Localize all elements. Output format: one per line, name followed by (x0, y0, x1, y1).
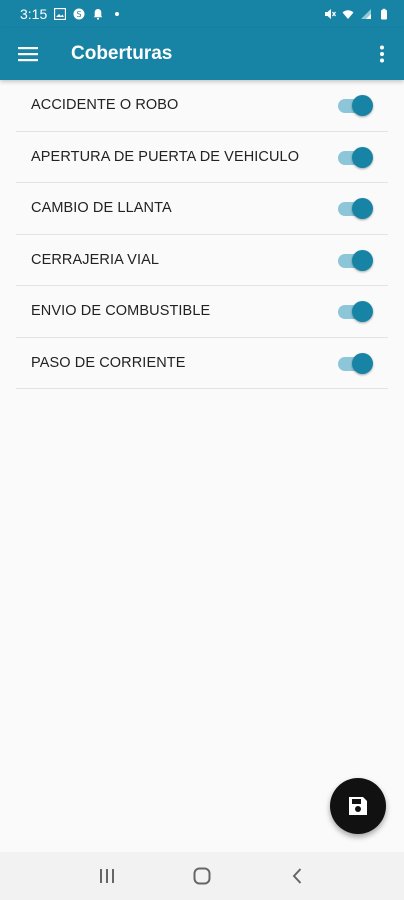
wifi-icon (342, 10, 354, 19)
menu-button[interactable] (0, 28, 56, 80)
status-time: 3:15 (20, 6, 48, 22)
status-bar: 3:15 S (0, 0, 404, 28)
coverage-row-cambio-de-llanta: CAMBIO DE LLANTA (16, 183, 388, 235)
home-icon (193, 867, 211, 885)
signal-icon (361, 9, 371, 19)
coverage-label: CERRAJERIA VIAL (31, 251, 160, 268)
recents-icon (100, 869, 115, 883)
more-vert-icon (380, 45, 384, 63)
coverage-row-paso-de-corriente: PASO DE CORRIENTE (16, 338, 388, 389)
back-button[interactable] (277, 856, 317, 896)
coverage-toggle[interactable] (338, 197, 373, 220)
coverage-row-accidente-o-robo: ACCIDENTE O ROBO (16, 80, 388, 132)
coverage-label: APERTURA DE PUERTA DE VEHICULO (31, 148, 300, 165)
dot-icon (115, 12, 120, 16)
coverage-label: PASO DE CORRIENTE (31, 354, 186, 371)
save-icon (349, 797, 367, 815)
sync-icon: S (73, 8, 85, 20)
recents-button[interactable] (87, 856, 127, 896)
battery-icon (381, 8, 387, 20)
coverage-list: ACCIDENTE O ROBO APERTURA DE PUERTA DE V… (16, 80, 388, 389)
svg-text:S: S (77, 10, 82, 19)
coverage-toggle[interactable] (338, 300, 373, 323)
page-title: Coberturas (71, 43, 173, 64)
coverage-label: ENVIO DE COMBUSTIBLE (31, 303, 211, 320)
coverage-row-apertura-de-puerta: APERTURA DE PUERTA DE VEHICULO (16, 132, 388, 183)
bell-icon (93, 9, 103, 20)
app-bar: Coberturas (0, 28, 404, 80)
coverage-label: CAMBIO DE LLANTA (31, 200, 172, 217)
save-button[interactable] (330, 778, 386, 834)
coverage-label: ACCIDENTE O ROBO (31, 97, 179, 114)
back-icon (292, 868, 301, 884)
system-nav-bar (0, 852, 404, 900)
coverage-toggle[interactable] (338, 146, 373, 168)
coverage-row-cerrajeria-vial: CERRAJERIA VIAL (16, 235, 388, 286)
coverage-toggle[interactable] (338, 352, 373, 374)
image-icon (54, 8, 67, 20)
coverage-toggle[interactable] (338, 94, 373, 117)
coverage-toggle[interactable] (338, 249, 373, 271)
overflow-menu-button[interactable] (360, 28, 404, 80)
mute-icon (325, 9, 336, 19)
hamburger-menu-icon (18, 47, 38, 62)
home-button[interactable] (182, 856, 222, 896)
coverage-row-envio-de-combustible: ENVIO DE COMBUSTIBLE (16, 286, 388, 338)
